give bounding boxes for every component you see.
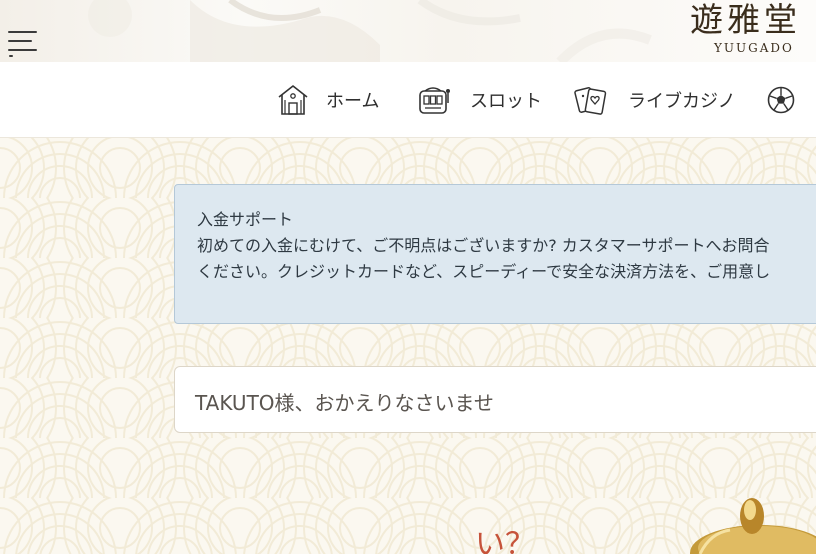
main-navigation: ホーム スロット ライブカジノ <box>0 62 816 138</box>
main-content: 入金サポート 初めての入金にむけて、ご不明点はございますか? カスタマーサポート… <box>0 138 816 554</box>
nav-label-live-casino: ライブカジノ <box>628 91 736 112</box>
nav-item-live-casino[interactable]: ライブカジノ <box>574 82 736 118</box>
nav-label-home: ホーム <box>326 91 380 112</box>
brand-kanji: 遊雅堂 <box>690 0 801 39</box>
welcome-message: TAKUTO様、おかえりなさいませ <box>195 391 494 415</box>
site-logo[interactable]: 遊雅堂 YUUGADO <box>690 0 816 62</box>
notice-title: 入金サポート <box>197 210 294 229</box>
decorative-heading-partial: い？ <box>475 527 535 554</box>
notice-text-line: ください。クレジットカードなど、スピーディーで安全な決済方法を、ご用意し <box>197 262 771 281</box>
welcome-banner: TAKUTO様、おかえりなさいませ <box>174 366 816 433</box>
slot-machine-icon <box>419 87 450 114</box>
nav-item-sports[interactable] <box>766 82 796 118</box>
home-icon <box>278 85 308 115</box>
hamburger-menu-icon[interactable] <box>8 28 38 57</box>
soccer-ball-icon <box>767 86 795 114</box>
nav-label-slots: スロット <box>470 91 542 112</box>
brand-roman: YUUGADO <box>714 41 794 55</box>
deposit-support-notice: 入金サポート 初めての入金にむけて、ご不明点はございますか? カスタマーサポート… <box>174 184 816 324</box>
notice-text-line: 初めての入金にむけて、ご不明点はございますか? カスタマーサポートへお問合 <box>197 236 770 255</box>
playing-cards-icon <box>574 87 607 115</box>
top-header: 遊雅堂 YUUGADO <box>0 0 816 62</box>
nav-item-slots[interactable]: スロット <box>416 82 542 118</box>
nav-item-home[interactable]: ホーム <box>276 82 379 118</box>
